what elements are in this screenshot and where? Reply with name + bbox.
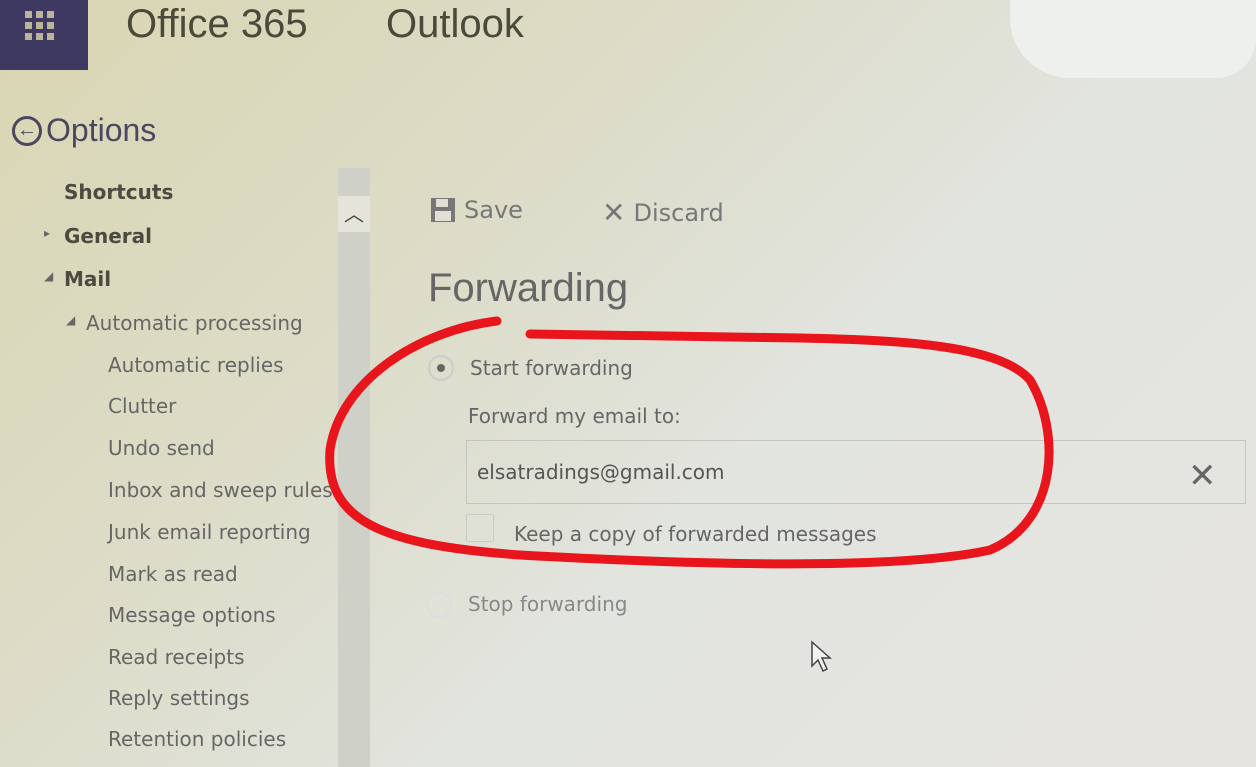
red-annotation-circle [325, 316, 1054, 569]
